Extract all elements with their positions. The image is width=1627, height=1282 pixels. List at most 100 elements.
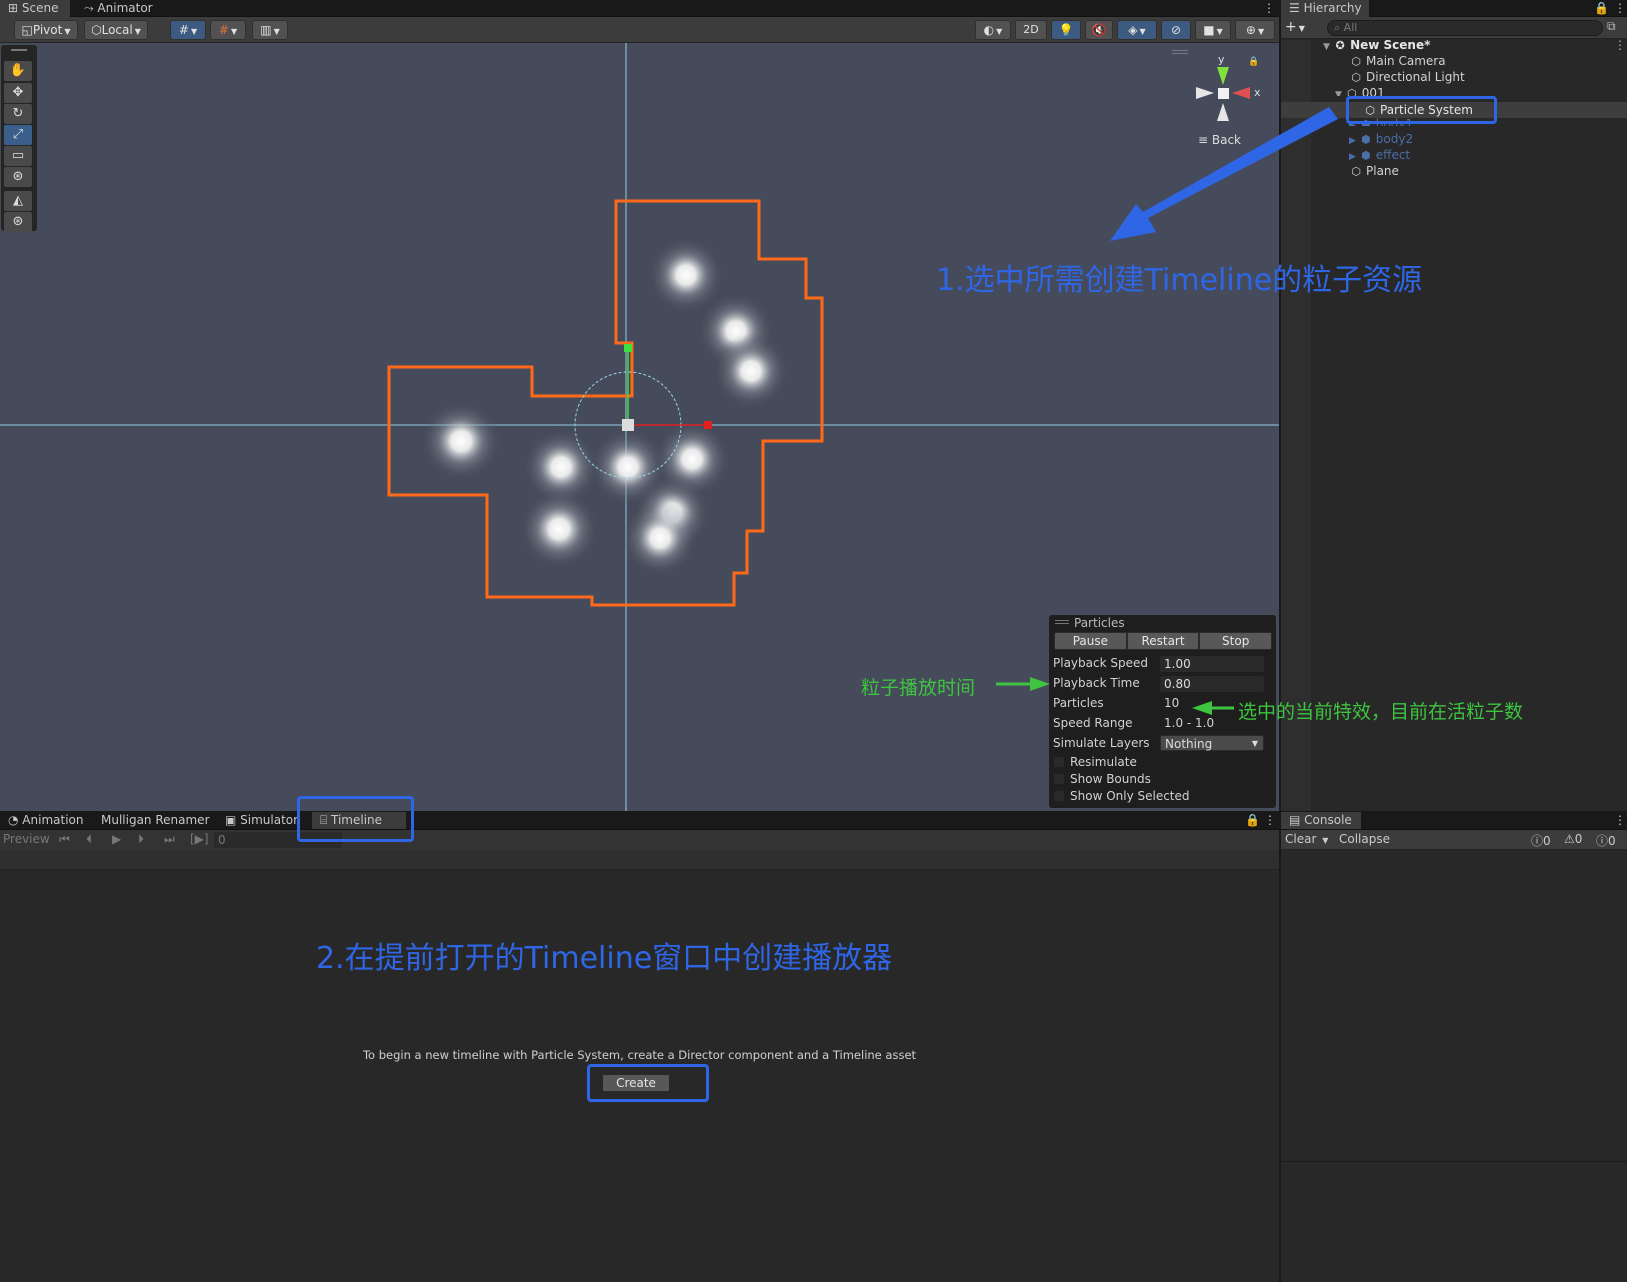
local-dropdown[interactable]: ⬡Local ▼: [84, 20, 148, 40]
overlay-menu-icon[interactable]: [1172, 50, 1188, 54]
hierarchy-item-directional-light[interactable]: ⬡ Directional Light: [1349, 69, 1464, 85]
goto-end-icon[interactable]: ⏭: [164, 832, 175, 847]
tab-hierarchy[interactable]: ☰ Hierarchy: [1281, 0, 1369, 17]
timeline-empty-message: To begin a new timeline with Particle Sy…: [362, 1048, 917, 1062]
error-count-toggle[interactable]: ⓘ0: [1596, 832, 1616, 849]
gizmo-lock-icon[interactable]: 🔒: [1248, 57, 1259, 67]
playback-time-field[interactable]: 0.80: [1160, 676, 1264, 692]
scale-tool-icon[interactable]: ⤢: [4, 125, 32, 145]
hierarchy-item-plane[interactable]: ⬡ Plane: [1349, 163, 1399, 179]
lighting-toggle[interactable]: 💡: [1051, 20, 1081, 40]
camera-dropdown[interactable]: ■ ▼: [1195, 20, 1231, 40]
tab-simulator[interactable]: ▣ Simulator: [217, 812, 306, 829]
hierarchy-item-body2[interactable]: ▶ ⬢ body2: [1349, 131, 1413, 147]
clear-button[interactable]: Clear ▼: [1285, 832, 1328, 846]
show-only-selected-checkbox[interactable]: Show Only Selected: [1053, 787, 1190, 805]
play-range-icon[interactable]: [▶]: [190, 832, 209, 846]
audio-toggle[interactable]: 🔇: [1085, 20, 1113, 40]
bottom-panel: ◔ Animation Mulligan Renamer ▣ Simulator…: [0, 811, 1279, 1282]
menu-lines-icon: ≡: [1198, 133, 1212, 147]
hierarchy-item-main-camera[interactable]: ⬡ Main Camera: [1349, 53, 1445, 69]
checkbox-icon: [1053, 790, 1065, 802]
gameobject-cube-icon: ⬡: [1346, 87, 1357, 96]
lightbulb-icon: 💡: [1058, 23, 1074, 37]
grid-toggle-icon: #: [218, 23, 229, 37]
grid-snap-icon: #: [178, 23, 189, 37]
warning-icon: ⚠: [1564, 832, 1575, 846]
stop-button[interactable]: Stop: [1199, 632, 1273, 650]
hierarchy-menu-icon[interactable]: ⋮: [1606, 0, 1627, 17]
resimulate-checkbox[interactable]: Resimulate: [1053, 753, 1137, 771]
scene-visibility-icon[interactable]: ⧉: [1607, 19, 1616, 34]
console-icon: ▤: [1289, 813, 1305, 827]
info-count-toggle[interactable]: ⓘ0: [1531, 832, 1551, 849]
next-frame-icon[interactable]: ⏵: [138, 832, 144, 847]
pause-button[interactable]: Pause: [1054, 632, 1127, 650]
step2-annotation: 2.在提前打开的Timeline窗口中创建播放器: [316, 941, 893, 976]
tab-animator[interactable]: ⤳ Animator: [76, 0, 161, 17]
tab-console[interactable]: ▤ Console: [1281, 812, 1361, 829]
dropdown-caret-icon: ▼: [1251, 739, 1258, 748]
pivot-dropdown[interactable]: ◱Pivot ▼: [14, 20, 78, 40]
goto-start-icon[interactable]: ⏮: [59, 832, 70, 847]
grid-toggle-button[interactable]: # ▼: [210, 20, 246, 40]
preview-button[interactable]: Preview: [3, 832, 50, 846]
console-panel: ▤ Console ⋮ Clear ▼ Collapse ⓘ0 ⚠0 ⓘ0: [1279, 811, 1627, 1282]
unity-scene-icon: ✪: [1335, 39, 1345, 52]
orientation-gizmo[interactable]: y 🔒 x ≡ Back: [1190, 53, 1270, 153]
scene-viewport[interactable]: ✋ ✥ ↻ ⤢ ▭ ⊛ ◭ ⊛ y 🔒 x ≡ Back Particles P…: [0, 43, 1279, 811]
tab-mulligan-renamer[interactable]: Mulligan Renamer: [93, 812, 218, 829]
prev-frame-icon[interactable]: ⏴: [86, 832, 92, 847]
draw-mode-dropdown[interactable]: ◐ ▼: [975, 20, 1011, 40]
simulator-icon: ▣: [225, 813, 241, 827]
gizmos-dropdown[interactable]: ⊕ ▼: [1235, 20, 1275, 40]
gameobject-cube-icon: ⬡: [1351, 71, 1361, 84]
particles-count-value: 10: [1164, 696, 1180, 710]
tab-animation[interactable]: ◔ Animation: [0, 812, 91, 829]
scene-menu-dots-icon[interactable]: ⋮: [1614, 38, 1626, 52]
gizmo-view-label[interactable]: ≡ Back: [1198, 133, 1241, 147]
simulate-layers-dropdown[interactable]: Nothing ▼: [1160, 735, 1264, 751]
transform-tool-icon[interactable]: ⊛: [4, 167, 32, 187]
effects-dropdown[interactable]: ◈ ▼: [1117, 20, 1157, 40]
animation-icon: ◔: [8, 813, 23, 827]
hand-tool-icon[interactable]: ✋: [4, 61, 32, 81]
console-menu-icon[interactable]: ⋮: [1606, 812, 1627, 829]
grid-snap-button[interactable]: # ▼: [170, 20, 206, 40]
create-button-highlight: [587, 1064, 709, 1102]
collapse-toggle[interactable]: Collapse: [1339, 832, 1390, 846]
step1-annotation: 1.选中所需创建Timeline的粒子资源: [936, 263, 1423, 298]
playback-speed-field[interactable]: 1.00: [1160, 656, 1264, 672]
rect-tool-icon[interactable]: ▭: [4, 146, 32, 166]
rotate-tool-icon[interactable]: ↻: [4, 104, 32, 124]
panel-grip-icon[interactable]: [1055, 620, 1069, 624]
warning-count-toggle[interactable]: ⚠0: [1564, 832, 1582, 846]
hierarchy-gutter: [1281, 40, 1311, 811]
hierarchy-item-effect[interactable]: ▶ ⬢ effect: [1349, 147, 1410, 163]
increment-snap-button[interactable]: ▥ ▼: [252, 20, 288, 40]
checkbox-icon: [1053, 756, 1065, 768]
expand-arrow-icon: ▼: [1323, 42, 1334, 52]
collapsed-arrow-icon: ▶: [1349, 152, 1359, 162]
playback-time-label: Playback Time: [1053, 676, 1140, 690]
tab-scene[interactable]: ⊞ Scene: [0, 0, 70, 17]
error-icon: ⓘ: [1596, 834, 1609, 848]
custom-tool-icon[interactable]: ◭: [4, 191, 32, 211]
2d-toggle[interactable]: 2D: [1015, 20, 1047, 40]
effects-layers-icon: ◈: [1128, 23, 1138, 37]
tool-palette: ✋ ✥ ↻ ⤢ ▭ ⊛ ◭ ⊛: [1, 45, 37, 232]
hierarchy-search-input[interactable]: ⌕ All: [1327, 20, 1603, 36]
ruler-icon: ▥: [260, 23, 272, 37]
play-icon[interactable]: ▶: [112, 832, 121, 846]
prefab-cube-icon: ⬢: [1360, 149, 1371, 162]
scene-toolbar: ◱Pivot ▼ ⬡Local ▼ # ▼ # ▼ ▥ ▼ ◐ ▼ 2D 💡 🔇 ◈ ▼ ⊘ …: [0, 17, 1279, 43]
particle-system-highlight: [1346, 96, 1497, 124]
extra-tool-icon[interactable]: ⊛: [4, 212, 32, 232]
hierarchy-item-new-scene[interactable]: ▼ ✪ New Scene*: [1323, 37, 1430, 53]
hidden-objects-toggle[interactable]: ⊘: [1161, 20, 1191, 40]
move-tool-icon[interactable]: ✥: [4, 83, 32, 103]
restart-button[interactable]: Restart: [1126, 632, 1200, 650]
hierarchy-item-001[interactable]: ▼ ⬡ 001: [1335, 85, 1385, 96]
add-object-button[interactable]: + ▼: [1285, 19, 1305, 35]
show-bounds-checkbox[interactable]: Show Bounds: [1053, 770, 1151, 788]
